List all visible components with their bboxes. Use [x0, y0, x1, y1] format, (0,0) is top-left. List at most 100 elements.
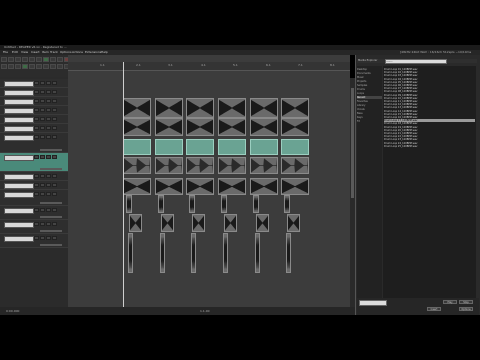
- track-name-field[interactable]: [4, 192, 34, 198]
- media-item[interactable]: [129, 214, 142, 232]
- track-header[interactable]: [0, 88, 68, 97]
- undo-icon[interactable]: [29, 57, 35, 62]
- mute-icon[interactable]: [40, 90, 45, 94]
- mute-icon[interactable]: [40, 155, 45, 159]
- rec-arm-icon[interactable]: [34, 208, 39, 212]
- rec-arm-icon[interactable]: [34, 155, 39, 159]
- rec-arm-icon[interactable]: [34, 90, 39, 94]
- media-item[interactable]: [161, 214, 174, 232]
- media-item[interactable]: [186, 118, 214, 136]
- fx-icon[interactable]: [52, 90, 57, 94]
- solo-icon[interactable]: [46, 183, 51, 187]
- track-header[interactable]: [0, 172, 68, 181]
- media-item[interactable]: [256, 214, 269, 232]
- media-item[interactable]: [250, 98, 278, 118]
- mute-icon[interactable]: [40, 222, 45, 226]
- media-item[interactable]: [128, 233, 133, 273]
- volume-fader[interactable]: [40, 244, 62, 246]
- media-item[interactable]: [123, 157, 151, 174]
- solo-icon[interactable]: [46, 81, 51, 85]
- track-name-field[interactable]: [4, 174, 34, 180]
- media-item[interactable]: [221, 195, 227, 213]
- media-item[interactable]: [281, 118, 309, 136]
- fx-icon[interactable]: [52, 117, 57, 121]
- track-header[interactable]: [0, 220, 68, 234]
- media-item[interactable]: [123, 139, 151, 155]
- folder-item[interactable]: Documents: [357, 72, 382, 75]
- media-item[interactable]: [255, 233, 260, 273]
- play-button[interactable]: Play: [443, 300, 457, 304]
- scrollbar-thumb[interactable]: [351, 88, 354, 198]
- track-name-field[interactable]: [4, 108, 34, 114]
- track-name-field[interactable]: [4, 90, 34, 96]
- rec-arm-icon[interactable]: [34, 81, 39, 85]
- rec-arm-icon[interactable]: [34, 117, 39, 121]
- mute-icon[interactable]: [40, 183, 45, 187]
- fx-icon[interactable]: [52, 208, 57, 212]
- media-item[interactable]: [186, 139, 214, 155]
- media-item[interactable]: [155, 139, 183, 155]
- media-item[interactable]: [281, 178, 309, 195]
- fx-icon[interactable]: [52, 155, 57, 159]
- new-project-icon[interactable]: [1, 57, 7, 62]
- media-item[interactable]: [223, 233, 228, 273]
- open-project-icon[interactable]: [8, 57, 14, 62]
- marker-icon[interactable]: [36, 64, 42, 69]
- solo-icon[interactable]: [46, 222, 51, 226]
- solo-icon[interactable]: [46, 236, 51, 240]
- track-header[interactable]: [0, 181, 68, 190]
- media-item[interactable]: [126, 195, 132, 213]
- menu-insert[interactable]: Insert: [31, 50, 40, 54]
- media-item[interactable]: [186, 178, 214, 195]
- volume-fader[interactable]: [40, 149, 62, 151]
- media-item[interactable]: [189, 195, 195, 213]
- mute-icon[interactable]: [40, 81, 45, 85]
- media-item[interactable]: [281, 98, 309, 118]
- snap-icon[interactable]: [50, 57, 56, 62]
- rec-arm-icon[interactable]: [34, 174, 39, 178]
- media-item[interactable]: [284, 195, 290, 213]
- media-item[interactable]: [287, 214, 300, 232]
- folder-tree[interactable]: Desktop Documents Music Projects Samples Drum…: [357, 66, 382, 298]
- media-item[interactable]: [250, 157, 278, 174]
- folder-item[interactable]: Library: [357, 104, 382, 107]
- track-header[interactable]: [0, 234, 68, 248]
- media-item[interactable]: [224, 214, 237, 232]
- media-item[interactable]: [218, 118, 246, 136]
- metronome-icon[interactable]: [43, 57, 49, 62]
- track-header[interactable]: [0, 115, 68, 124]
- settings-icon[interactable]: [22, 57, 28, 62]
- media-item[interactable]: [155, 178, 183, 195]
- playhead-cursor[interactable]: [123, 62, 124, 307]
- mute-icon[interactable]: [40, 192, 45, 196]
- fx-icon[interactable]: [52, 192, 57, 196]
- solo-icon[interactable]: [46, 126, 51, 130]
- fx-icon[interactable]: [52, 108, 57, 112]
- folder-item[interactable]: Keys: [357, 116, 382, 119]
- mute-icon[interactable]: [40, 135, 45, 139]
- volume-fader[interactable]: [40, 168, 62, 170]
- media-item[interactable]: [155, 118, 183, 136]
- rec-arm-icon[interactable]: [34, 108, 39, 112]
- mute-icon[interactable]: [40, 99, 45, 103]
- menu-view[interactable]: View: [21, 50, 28, 54]
- track-name-field[interactable]: [4, 117, 34, 123]
- fx-icon[interactable]: [52, 222, 57, 226]
- lock-icon[interactable]: [8, 64, 14, 69]
- media-item[interactable]: [218, 178, 246, 195]
- folder-item[interactable]: Vocals: [357, 108, 382, 111]
- media-search-input[interactable]: [385, 59, 447, 64]
- media-item[interactable]: [218, 98, 246, 118]
- track-name-field[interactable]: [4, 208, 34, 214]
- folder-item[interactable]: Loops: [357, 92, 382, 95]
- solo-icon[interactable]: [46, 208, 51, 212]
- solo-icon[interactable]: [46, 117, 51, 121]
- media-item[interactable]: [250, 178, 278, 195]
- menu-edit[interactable]: Edit: [12, 50, 18, 54]
- media-item[interactable]: [123, 118, 151, 136]
- volume-fader[interactable]: [40, 202, 62, 204]
- fx-icon[interactable]: [52, 126, 57, 130]
- media-item[interactable]: [253, 195, 259, 213]
- media-item[interactable]: [286, 233, 291, 273]
- media-item[interactable]: [218, 157, 246, 174]
